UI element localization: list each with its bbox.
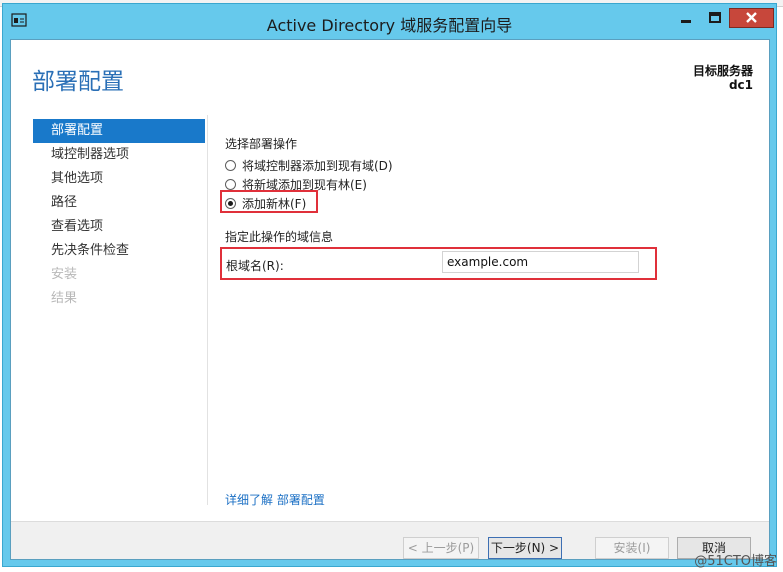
nav-item-review-options[interactable]: 查看选项 xyxy=(33,215,205,239)
nav-item-installation: 安装 xyxy=(51,267,78,282)
learn-more-link[interactable]: 详细了解 部署配置 xyxy=(225,491,325,508)
close-icon xyxy=(746,12,757,23)
nav-item-additional-options[interactable]: 其他选项 xyxy=(33,167,205,191)
radio-label: 将域控制器添加到现有域(D) xyxy=(242,158,393,173)
wizard-nav: 部署配置 域控制器选项 其他选项 路径 查看选项 先决条件检查 安装 结果 xyxy=(33,119,205,311)
radio-add-dc-existing-domain[interactable]: 将域控制器添加到现有域(D) xyxy=(225,156,393,174)
deploy-section-title: 选择部署操作 xyxy=(225,137,298,151)
root-domain-label: 根域名(R): xyxy=(226,259,284,273)
nav-item-dc-options[interactable]: 域控制器选项 xyxy=(33,143,205,167)
previous-button[interactable]: < 上一步(P) xyxy=(403,537,479,559)
window-title: Active Directory 域服务配置向导 xyxy=(266,16,513,35)
wizard-footer: < 上一步(P) 下一步(N) > 安装(I) 取消 xyxy=(11,522,769,559)
wizard-window: Active Directory 域服务配置向导 部署配置 目标服务器 dc1 … xyxy=(2,3,777,567)
domain-section-title: 指定此操作的域信息 xyxy=(225,230,334,244)
nav-divider xyxy=(207,115,208,505)
nav-item-prerequisites-check[interactable]: 先决条件检查 xyxy=(33,239,205,263)
install-button[interactable]: 安装(I) xyxy=(595,537,669,559)
nav-item-deployment-config[interactable]: 部署配置 xyxy=(33,119,205,143)
target-server-name: dc1 xyxy=(728,78,753,92)
root-domain-input[interactable] xyxy=(442,251,639,273)
radio-button[interactable] xyxy=(225,159,236,171)
wizard-client-area: 部署配置 目标服务器 dc1 部署配置 域控制器选项 其他选项 路径 查看选项 … xyxy=(10,39,770,560)
nav-item-results: 结果 xyxy=(51,291,78,306)
maximize-icon xyxy=(709,12,721,23)
watermark: @51CTO博客 xyxy=(694,554,777,569)
minimize-icon xyxy=(681,20,691,23)
page-title: 部署配置 xyxy=(32,69,124,95)
minimize-button[interactable] xyxy=(673,8,699,28)
next-button[interactable]: 下一步(N) > xyxy=(488,537,562,559)
maximize-button[interactable] xyxy=(702,8,728,28)
nav-item-paths[interactable]: 路径 xyxy=(33,191,205,215)
highlight-box-new-forest xyxy=(220,190,318,213)
target-server-label: 目标服务器 xyxy=(692,64,753,78)
title-bar[interactable]: Active Directory 域服务配置向导 xyxy=(3,4,776,38)
radio-button[interactable] xyxy=(225,178,236,190)
close-button[interactable] xyxy=(729,8,774,28)
